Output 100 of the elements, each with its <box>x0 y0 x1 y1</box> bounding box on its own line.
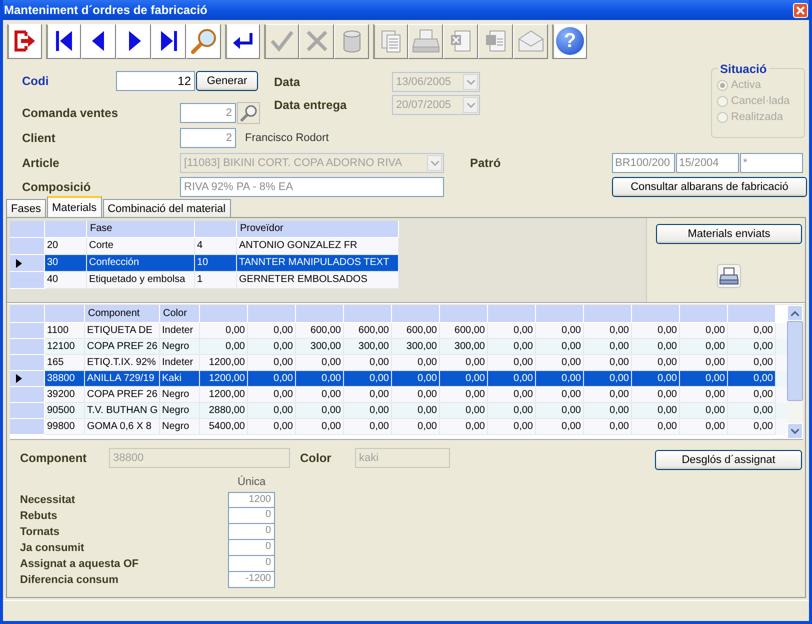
column-header: Fase <box>87 221 195 238</box>
row-pointer-icon <box>16 374 22 383</box>
table-cell: 0,00 <box>536 371 584 387</box>
table-cell: 99800 <box>45 419 85 435</box>
table-cell: ANILLA 729/19 <box>85 371 160 387</box>
field-label: Composició <box>22 180 92 194</box>
status-radio[interactable]: Realitzada <box>717 109 804 125</box>
table-cell: 0,00 <box>728 371 776 387</box>
table-cell: 0,00 <box>296 419 344 435</box>
field-label: Tornats <box>20 526 61 538</box>
column-header <box>45 221 87 238</box>
quantity-field[interactable]: 0 <box>228 508 275 524</box>
delivery-date-dropdown[interactable]: 20/07/2005 <box>392 95 480 115</box>
tab[interactable]: Combinació del material <box>102 199 231 217</box>
table-row[interactable]: 165 ETIQ.T.IX. 92% Indeter 1200,00 0,00 0,00 0,00 0,00 0,00 0,00 0,00 0,00 0,00 0,00 0,00 <box>10 355 787 371</box>
table-cell: 0,00 <box>584 371 632 387</box>
generate-button[interactable]: Generar <box>196 71 258 91</box>
quantity-field[interactable]: 0 <box>228 524 275 540</box>
table-row[interactable]: 12100 COPA PREF 26 Negro 0,00 0,00 300,00 300,00 300,00 300,00 0,00 0,00 0,00 0,00 0,00 0,00 <box>10 339 787 355</box>
article-dropdown[interactable]: [11083] BIKINI CORT. COPA ADORNO RIVA <box>180 153 444 173</box>
column-header: Component <box>85 305 160 323</box>
table-row[interactable]: 1100 ETIQUETA DE Indeter 0,00 0,00 600,00 600,00 600,00 600,00 0,00 0,00 0,00 0,00 0,00 0,00 <box>10 323 787 339</box>
exit-button[interactable] <box>7 24 42 58</box>
field-label: Data entrega <box>274 98 348 112</box>
window-title: Manteniment d´ordres de fabricació <box>4 3 208 17</box>
next-button[interactable] <box>116 24 151 58</box>
table-cell: 0,00 <box>584 419 632 435</box>
table-cell: 1 <box>195 272 237 289</box>
table-row[interactable]: 90500 T.V. BUTHAN G Negro 2880,00 0,00 0,00 0,00 0,00 0,00 0,00 0,00 0,00 0,00 0,00 0,00 <box>10 403 787 419</box>
envelope-icon <box>516 29 544 53</box>
status-radio[interactable]: Activa <box>717 77 804 93</box>
field-label: Codi <box>22 74 50 88</box>
date-dropdown[interactable]: 13/06/2005 <box>392 72 480 92</box>
search-button[interactable] <box>237 102 260 124</box>
quantity-field[interactable]: 0 <box>228 540 275 556</box>
table-cell: 0,00 <box>632 419 680 435</box>
table-cell: Etiquetado y embolsa <box>87 272 195 289</box>
table-cell: 0,00 <box>392 371 440 387</box>
close-icon[interactable] <box>793 2 808 18</box>
enter-button[interactable] <box>225 24 260 58</box>
column-header: Proveïdor <box>237 221 399 238</box>
table-cell: 0,00 <box>344 371 392 387</box>
pattern-field[interactable]: 15/2004 <box>676 153 739 173</box>
field-label: Component <box>20 451 88 465</box>
chevron-up-icon[interactable] <box>791 310 799 316</box>
prev-button[interactable] <box>81 24 116 58</box>
table-cell: 0,00 <box>392 419 440 435</box>
field-label: Diferencia consum <box>20 574 120 586</box>
chevron-down-icon[interactable] <box>791 428 799 434</box>
breakdown-button[interactable]: Desglós d´assignat <box>655 450 802 470</box>
last-button[interactable] <box>151 24 186 58</box>
code-field[interactable]: 12 <box>116 71 195 91</box>
chevron-down-icon <box>430 160 438 166</box>
tab[interactable]: Materials <box>46 196 102 217</box>
table-cell: Kaki <box>160 371 200 387</box>
table-cell: 0,00 <box>680 371 728 387</box>
first-button[interactable] <box>46 24 81 58</box>
pattern-field[interactable]: BR100/200 <box>612 153 675 173</box>
quantity-field[interactable]: -1200 <box>228 572 275 588</box>
row-pointer-icon <box>16 258 22 268</box>
print-button[interactable] <box>717 264 741 288</box>
help-button[interactable]: ? <box>552 24 587 58</box>
field-label: Rebuts <box>20 510 58 522</box>
scrollbar[interactable] <box>787 305 803 439</box>
consult-button[interactable]: Consultar albarans de fabricació <box>612 177 807 197</box>
field-label: Assignat a aquesta OF <box>20 558 140 570</box>
chevron-down-icon <box>466 102 474 108</box>
checkmark-icon <box>269 28 295 54</box>
table-cell: 10 <box>195 255 237 272</box>
table-row[interactable]: 99800 GOMA 0,6 X 8 Negro 5400,00 0,00 0,00 0,00 0,00 0,00 0,00 0,00 0,00 0,00 0,00 0,00 <box>10 419 787 435</box>
pattern-field[interactable]: * <box>740 153 803 173</box>
field-label: Comanda ventes <box>22 106 120 120</box>
table-cell: 5400,00 <box>200 419 248 435</box>
sales-order-field[interactable]: 2 <box>180 103 236 123</box>
table-cell: GOMA 0,6 X 8 <box>85 419 160 435</box>
materials-sent-button[interactable]: Materials enviats <box>656 224 802 244</box>
color-field[interactable]: kaki <box>355 448 450 468</box>
table-row[interactable]: 20 Corte 4 ANTONIO GONZALEZ FR <box>10 238 399 255</box>
quantity-field[interactable]: 1200 <box>228 492 275 508</box>
table-row[interactable]: 39200 COPA PREF 26 Negro 1200,00 0,00 0,00 0,00 0,00 0,00 0,00 0,00 0,00 0,00 0,00 0,00 <box>10 387 787 403</box>
status-radio[interactable]: Cancel·lada <box>717 93 804 109</box>
table-cell: GERNETER EMBOLSADOS <box>237 272 399 289</box>
table-cell: 0,00 <box>728 419 776 435</box>
column-header: Única <box>236 476 267 488</box>
table-row[interactable]: 40 Etiquetado y embolsa 1 GERNETER EMBOLSADOS <box>10 272 399 289</box>
field-label: Data <box>274 75 302 89</box>
column-header <box>195 221 237 238</box>
table-row[interactable]: 38800 ANILLA 729/19 Kaki 1200,00 0,00 0,00 0,00 0,00 0,00 0,00 0,00 0,00 0,00 0,00 0,00 <box>10 371 787 387</box>
table-cell: 38800 <box>45 371 85 387</box>
quantity-field[interactable]: 0 <box>228 556 275 572</box>
chevron-down-icon <box>466 80 474 84</box>
table-cell: 0,00 <box>632 371 680 387</box>
tab[interactable]: Fases <box>6 199 46 217</box>
composition-field[interactable]: RIVA 92% PA - 8% EA <box>180 177 444 197</box>
column-header <box>10 221 45 238</box>
component-field[interactable]: 38800 <box>109 448 290 468</box>
client-field[interactable]: 2 <box>180 128 236 148</box>
table-row[interactable]: 30 Confección 10 TANNTER MANIPULADOS TEXT <box>10 255 399 272</box>
column-header: Color <box>160 305 200 323</box>
table-cell: 0,00 <box>248 419 296 435</box>
